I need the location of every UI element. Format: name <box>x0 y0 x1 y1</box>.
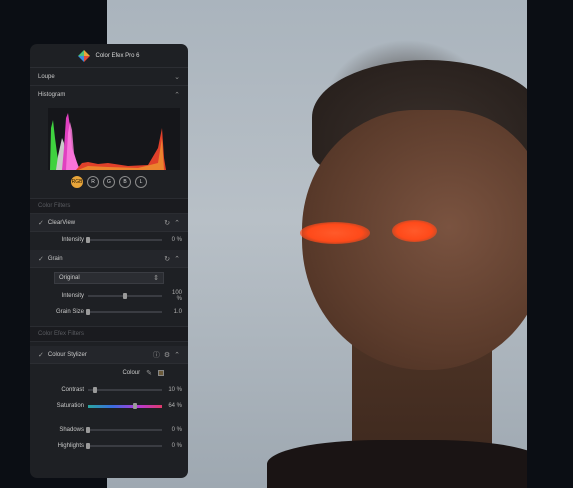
colour-label: Colour <box>122 370 141 376</box>
grain-size-slider[interactable]: Grain Size 1.0 <box>30 304 188 320</box>
saturation-slider[interactable]: Saturation 64 % <box>30 398 188 414</box>
slider-track[interactable] <box>86 237 162 243</box>
slider-thumb[interactable] <box>86 443 90 449</box>
chevron-up-icon[interactable]: ⌃ <box>174 219 180 227</box>
slider-track[interactable] <box>86 443 162 449</box>
contrast-value: 10 % <box>168 387 182 393</box>
contrast-slider[interactable]: Contrast 10 % <box>30 382 188 398</box>
photo-edge <box>527 0 545 488</box>
slider-track[interactable] <box>88 293 162 299</box>
checkmark-icon[interactable]: ✓ <box>38 351 44 359</box>
channel-rgb-button[interactable]: RGB <box>71 176 83 188</box>
colour-stylizer-filter-header[interactable]: ✓ Colour Stylizer ⓘ ⚙ ⌃ <box>30 346 188 364</box>
color-efex-filters-label: Color Efex Filters <box>38 331 85 337</box>
slider-track[interactable] <box>86 427 162 433</box>
checkmark-icon[interactable]: ✓ <box>38 255 44 263</box>
slider-track[interactable] <box>88 402 162 409</box>
intensity-label: Intensity <box>61 237 84 243</box>
grain-preset-select[interactable]: Original ⇕ <box>54 272 164 284</box>
loupe-label: Loupe <box>38 73 55 80</box>
clearview-intensity-slider[interactable]: Intensity 0 % <box>30 232 188 248</box>
histogram-section-header[interactable]: Histogram ⌃ <box>30 86 188 104</box>
loupe-section-header[interactable]: Loupe ⌄ <box>30 68 188 86</box>
select-arrows-icon: ⇕ <box>153 275 159 282</box>
contrast-label: Contrast <box>61 387 84 393</box>
shadows-label: Shadows <box>59 427 84 433</box>
channel-g-button[interactable]: G <box>103 176 115 188</box>
slider-thumb[interactable] <box>123 293 127 299</box>
color-filters-section: Color Filters <box>30 198 188 214</box>
settings-icon[interactable]: ⚙ <box>164 351 170 359</box>
slider-thumb[interactable] <box>86 309 90 315</box>
reset-icon[interactable]: ↻ <box>164 219 170 227</box>
slider-thumb[interactable] <box>93 387 98 393</box>
slider-thumb[interactable] <box>133 402 138 409</box>
grain-preset-value: Original <box>59 275 80 281</box>
grain-name: Grain <box>47 255 63 262</box>
shadows-slider[interactable]: Shadows 0 % <box>30 422 188 438</box>
checkmark-icon[interactable]: ✓ <box>38 219 44 227</box>
color-filters-label: Color Filters <box>38 203 71 209</box>
slider-track[interactable] <box>88 387 162 393</box>
saturation-label: Saturation <box>56 403 84 409</box>
intensity-value: 100 % <box>171 290 182 302</box>
histogram-bars <box>50 113 166 170</box>
grain-filter-header[interactable]: ✓ Grain ↻ ⌃ <box>30 250 188 268</box>
intensity-label: Intensity <box>61 293 84 299</box>
eyedropper-icon[interactable]: ✎ <box>146 369 152 377</box>
highlights-label: Highlights <box>57 443 84 449</box>
grain-intensity-slider[interactable]: Intensity 100 % <box>30 288 188 304</box>
info-icon[interactable]: ⓘ <box>153 350 160 360</box>
histogram-label: Histogram <box>38 92 66 98</box>
grain-size-label: Grain Size <box>55 309 84 315</box>
chevron-up-icon[interactable]: ⌃ <box>174 351 180 359</box>
shadows-value: 0 % <box>171 427 182 433</box>
highlights-value: 0 % <box>171 443 182 449</box>
colour-swatch[interactable] <box>158 370 164 376</box>
shirt <box>267 440 545 488</box>
colour-picker-row: Colour ✎ <box>30 364 188 382</box>
colour-stylizer-name: Colour Stylizer <box>47 351 87 358</box>
slider-track[interactable] <box>86 309 162 315</box>
channel-b-button[interactable]: B <box>119 176 131 188</box>
grain-size-value: 1.0 <box>173 309 182 315</box>
app-logo-icon <box>78 49 91 62</box>
slider-thumb[interactable] <box>86 237 90 243</box>
right-eye-glow <box>392 220 437 242</box>
chevron-up-icon[interactable]: ⌃ <box>174 255 180 263</box>
intensity-value: 0 % <box>171 237 182 243</box>
reset-icon[interactable]: ↻ <box>164 255 170 263</box>
highlights-slider[interactable]: Highlights 0 % <box>30 438 188 454</box>
left-eye-glow <box>300 222 370 244</box>
histogram-graph <box>48 108 180 170</box>
channel-selector: RGB R G B L <box>30 176 188 190</box>
chevron-down-icon[interactable]: ⌄ <box>174 73 180 81</box>
channel-l-button[interactable]: L <box>135 176 147 188</box>
slider-thumb[interactable] <box>86 427 90 433</box>
clearview-filter-header[interactable]: ✓ ClearView ↻ ⌃ <box>30 214 188 232</box>
app-title: Color Efex Pro 6 <box>95 52 140 59</box>
color-efex-panel: Color Efex Pro 6 Loupe ⌄ Histogram ⌃ RGB… <box>30 44 188 478</box>
channel-r-button[interactable]: R <box>87 176 99 188</box>
clearview-name: ClearView <box>47 219 76 226</box>
panel-title-bar: Color Efex Pro 6 <box>30 44 188 68</box>
color-efex-filters-section: Color Efex Filters <box>30 326 188 342</box>
saturation-value: 64 % <box>168 403 182 409</box>
chevron-up-icon[interactable]: ⌃ <box>174 91 180 99</box>
